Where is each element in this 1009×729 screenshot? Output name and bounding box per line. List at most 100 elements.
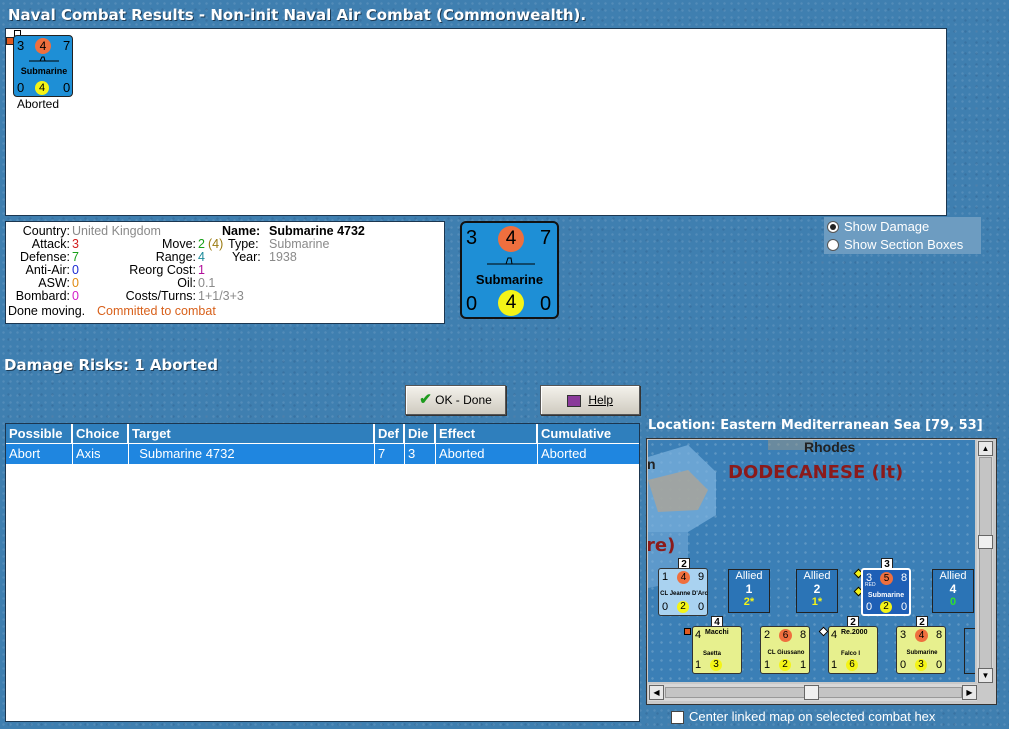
help-book-icon	[566, 394, 581, 407]
scroll-up-icon[interactable]: ▲	[978, 441, 993, 456]
unit-counter-small[interactable]: 3 4 7 Submarine 0 4 0	[13, 35, 73, 97]
unit-aa: 1	[695, 659, 702, 671]
unit-attack: 1	[662, 571, 669, 583]
unit-attack: 4	[831, 629, 838, 641]
unit-aa: 0	[866, 601, 873, 613]
map-edge-label: re)	[648, 535, 676, 556]
header-cumulative[interactable]: Cumulative	[538, 424, 639, 443]
axis-unit-counter[interactable]: 3 4 8 Submarine 0 3 0	[896, 626, 946, 674]
unit-defense: 8	[901, 572, 908, 584]
unit-range: 3	[915, 659, 927, 671]
window-title: Naval Combat Results - Non-init Naval Ai…	[8, 6, 587, 24]
map-viewport[interactable]: Rhodes n DODECANESE (It) re) 2 1 4 9 CL …	[648, 440, 975, 682]
slot-label: Allied	[939, 570, 967, 582]
slot-number: 4	[949, 582, 957, 596]
unit-move: 6	[779, 629, 792, 642]
unit-range: 3	[710, 659, 722, 671]
big-counter-defense: 7	[540, 227, 552, 249]
unit-name: CL Giussano	[767, 650, 805, 656]
map-horizontal-scrollbar[interactable]: ◀ ▶	[648, 684, 977, 701]
checkmark-icon: ✔	[419, 391, 432, 408]
allied-submarine-counter[interactable]: 3 5 8 RED Submarine 0 2 0	[861, 568, 911, 616]
axis-section-slot[interactable]	[964, 628, 975, 674]
show-damage-radio[interactable]	[827, 221, 839, 233]
help-label: Help	[588, 393, 614, 407]
ok-done-label: OK - Done	[435, 393, 492, 407]
big-counter-move: 4	[498, 226, 524, 252]
defense-label: Defense:	[19, 250, 70, 264]
unit-range: 6	[846, 659, 858, 671]
header-choice[interactable]: Choice	[73, 424, 128, 443]
unit-aa: 1	[764, 659, 771, 671]
reorg-value: 1	[198, 263, 205, 277]
scroll-right-icon[interactable]: ▶	[962, 685, 977, 700]
status-combat: Committed to combat	[97, 304, 216, 318]
attack-value: 3	[72, 237, 79, 251]
combat-map[interactable]: Rhodes n DODECANESE (It) re) 2 1 4 9 CL …	[646, 438, 997, 705]
header-die[interactable]: Die	[405, 424, 435, 443]
big-counter-aa: 0	[466, 293, 478, 315]
name-value: Submarine 4732	[269, 224, 365, 238]
axis-unit-counter[interactable]: 4 Macchi Saetta 1 3	[692, 626, 742, 674]
oil-label: Oil:	[177, 276, 196, 290]
ok-done-button[interactable]: ✔ OK - Done	[405, 385, 506, 415]
defense-value: 7	[72, 250, 79, 264]
location-label: Location: Eastern Mediterranean Sea [79,…	[648, 418, 983, 433]
table-row[interactable]: Abort Axis Submarine 4732 7 3 Aborted Ab…	[6, 444, 639, 464]
status-text: Done moving.	[8, 304, 86, 318]
map-vertical-scrollbar[interactable]: ▲ ▼	[977, 440, 993, 683]
unit-name: CL Jeanne D'Arc	[660, 591, 708, 597]
move-label: Move:	[161, 237, 196, 251]
center-map-label[interactable]: Center linked map on selected combat hex	[689, 709, 935, 724]
allied-unit-counter[interactable]: 1 4 9 CL Jeanne D'Arc 0 2 0	[658, 568, 708, 616]
damage-risks: Damage Risks: 1 Aborted	[4, 356, 218, 374]
axis-unit-counter[interactable]: 2 6 8 CL Giussano 1 2 1	[760, 626, 810, 674]
header-target[interactable]: Target	[129, 424, 374, 443]
slot-number: 2	[813, 582, 821, 596]
move-value: 2	[198, 237, 205, 251]
show-sections-label[interactable]: Show Section Boxes	[844, 237, 963, 252]
scroll-thumb[interactable]	[804, 685, 819, 700]
year-label: Year:	[232, 250, 261, 264]
big-counter-range: 4	[498, 290, 524, 316]
scroll-down-icon[interactable]: ▼	[978, 668, 993, 683]
cell-cumulative: Aborted	[541, 446, 587, 461]
attack-label: Attack:	[31, 237, 70, 251]
dodecanese-label: DODECANESE (It)	[728, 462, 904, 483]
country-value: United Kingdom	[72, 224, 161, 238]
scroll-thumb[interactable]	[978, 535, 993, 549]
slot-sub: 0	[949, 596, 957, 608]
unit-counter-large: 3 4 7 Submarine 0 4 0	[460, 221, 559, 319]
counter-asw: 0	[63, 80, 71, 95]
show-damage-label[interactable]: Show Damage	[844, 219, 929, 234]
counter-range: 4	[35, 81, 49, 95]
bombard-value: 0	[72, 289, 79, 303]
header-effect[interactable]: Effect	[436, 424, 537, 443]
allied-section-slot[interactable]: Allied 1 2*	[728, 569, 770, 613]
reorg-label: Reorg Cost:	[129, 263, 196, 277]
scroll-track[interactable]	[979, 457, 992, 669]
asw-value: 0	[72, 276, 79, 290]
unit-type: Re.2000	[841, 629, 868, 636]
allied-section-slot[interactable]: Allied 2 1*	[796, 569, 838, 613]
help-button[interactable]: Help	[540, 385, 640, 415]
submarine-silhouette-icon	[29, 56, 59, 62]
cell-possible: Abort	[9, 446, 41, 461]
year-value: 1938	[269, 250, 297, 264]
axis-unit-counter[interactable]: 4 Re.2000 Falco I 1 6	[828, 626, 878, 674]
move-extra: (4)	[208, 237, 224, 251]
show-sections-radio[interactable]	[827, 239, 839, 251]
oil-value: 0.1	[198, 276, 216, 290]
flag-marker-icon	[684, 628, 691, 635]
header-possible[interactable]: Possible	[6, 424, 72, 443]
unit-move: 4	[915, 629, 928, 642]
unit-asw: 0	[901, 601, 908, 613]
scroll-left-icon[interactable]: ◀	[649, 685, 664, 700]
big-counter-asw: 0	[540, 293, 552, 315]
asw-label: ASW:	[38, 276, 70, 290]
header-def[interactable]: Def	[375, 424, 404, 443]
counter-aa: 0	[17, 80, 25, 95]
center-map-checkbox[interactable]	[671, 711, 684, 724]
allied-section-slot[interactable]: Allied 4 0	[932, 569, 974, 613]
unit-name: Saetta	[703, 651, 722, 657]
